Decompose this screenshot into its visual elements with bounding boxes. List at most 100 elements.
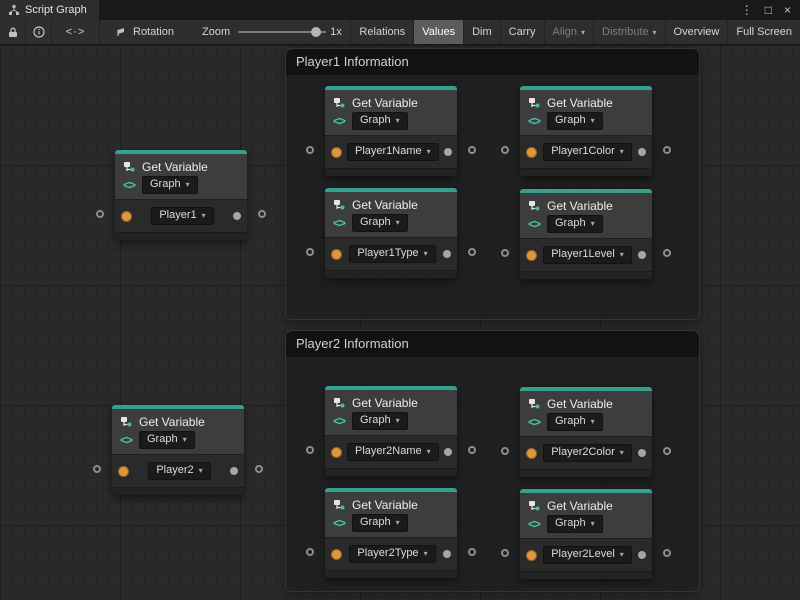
value-output-dot[interactable] xyxy=(638,551,646,559)
variable-name-dropdown[interactable]: Player1Level ▾ xyxy=(543,246,632,264)
zoom-slider-knob[interactable] xyxy=(311,27,321,37)
right-connection-port[interactable] xyxy=(468,248,476,256)
value-output-dot[interactable] xyxy=(444,448,452,456)
variable-name-label: Player1Level xyxy=(551,248,615,261)
left-connection-port[interactable] xyxy=(501,447,509,455)
kebab-menu-button[interactable]: ⋮ xyxy=(741,4,753,16)
variable-name-dropdown[interactable]: Player1Type ▾ xyxy=(349,245,435,263)
graph-kind-dropdown[interactable]: Graph ▾ xyxy=(547,215,603,233)
get-variable-node[interactable]: Get Variable <> Graph ▾ Player2Name ▾ xyxy=(325,386,457,476)
graph-canvas[interactable]: Player1 Information Player2 Information … xyxy=(0,45,800,600)
variable-name-dropdown[interactable]: Player2Color ▾ xyxy=(543,444,632,462)
code-view-button[interactable]: <·> xyxy=(52,20,100,44)
variable-name-dropdown[interactable]: Player1Color ▾ xyxy=(543,143,632,161)
dim-button[interactable]: Dim xyxy=(463,20,500,44)
right-connection-port[interactable] xyxy=(663,146,671,154)
fullscreen-button[interactable]: Full Screen xyxy=(727,20,800,44)
value-output-dot[interactable] xyxy=(638,449,646,457)
right-connection-port[interactable] xyxy=(258,210,266,218)
get-variable-node[interactable]: Get Variable <> Graph ▾ Player1Name ▾ xyxy=(325,86,457,176)
right-connection-port[interactable] xyxy=(663,249,671,257)
info-button[interactable] xyxy=(26,20,52,44)
left-connection-port[interactable] xyxy=(306,248,314,256)
value-output-dot[interactable] xyxy=(444,148,452,156)
variable-name-dropdown[interactable]: Player2Type ▾ xyxy=(349,545,435,563)
right-connection-port[interactable] xyxy=(468,146,476,154)
window-controls: ⋮ □ × xyxy=(741,4,800,16)
right-connection-port[interactable] xyxy=(255,465,263,473)
zoom-slider[interactable] xyxy=(238,31,326,33)
get-variable-node[interactable]: Get Variable <> Graph ▾ Player2Color ▾ xyxy=(520,387,652,477)
graph-kind-label: Graph xyxy=(150,178,181,191)
value-output-dot[interactable] xyxy=(443,550,451,558)
left-connection-port[interactable] xyxy=(501,249,509,257)
right-connection-port[interactable] xyxy=(663,447,671,455)
left-connection-port[interactable] xyxy=(96,210,104,218)
variable-name-dropdown[interactable]: Player2Name ▾ xyxy=(347,443,439,461)
get-variable-node[interactable]: Get Variable <> Graph ▾ Player2Type ▾ xyxy=(325,488,457,578)
get-variable-node[interactable]: Get Variable <> Graph ▾ Player2 ▾ xyxy=(112,405,244,495)
variable-input-port[interactable] xyxy=(526,550,537,561)
graph-kind-dropdown[interactable]: Graph ▾ xyxy=(352,112,408,130)
left-connection-port[interactable] xyxy=(93,465,101,473)
right-connection-port[interactable] xyxy=(468,548,476,556)
right-connection-port[interactable] xyxy=(468,446,476,454)
variable-name-dropdown[interactable]: Player2 ▾ xyxy=(148,462,210,480)
value-output-dot[interactable] xyxy=(233,212,241,220)
graph-kind-dropdown[interactable]: Graph ▾ xyxy=(142,176,198,194)
graph-kind-dropdown[interactable]: Graph ▾ xyxy=(547,413,603,431)
node-footer xyxy=(325,468,457,476)
right-connection-port[interactable] xyxy=(663,549,671,557)
get-variable-node[interactable]: Get Variable <> Graph ▾ Player2Level ▾ xyxy=(520,489,652,579)
left-connection-port[interactable] xyxy=(306,548,314,556)
graph-kind-dropdown[interactable]: Graph ▾ xyxy=(547,515,603,533)
group-header[interactable]: Player2 Information xyxy=(286,331,699,357)
graph-kind-dropdown[interactable]: Graph ▾ xyxy=(352,214,408,232)
node-header: Get Variable <> Graph ▾ xyxy=(112,409,244,454)
relations-button[interactable]: Relations xyxy=(350,20,413,44)
close-button[interactable]: × xyxy=(784,4,791,16)
align-button[interactable]: Align▾ xyxy=(544,20,593,44)
rotation-control[interactable]: Rotation xyxy=(116,20,174,44)
variable-input-port[interactable] xyxy=(121,211,132,222)
get-variable-node[interactable]: Get Variable <> Graph ▾ Player1Level ▾ xyxy=(520,189,652,279)
value-output-dot[interactable] xyxy=(443,250,451,258)
variable-input-port[interactable] xyxy=(526,147,537,158)
group-header[interactable]: Player1 Information xyxy=(286,49,699,75)
node-header: Get Variable <> Graph ▾ xyxy=(325,192,457,237)
graph-kind-dropdown[interactable]: Graph ▾ xyxy=(547,112,603,130)
get-variable-node[interactable]: Get Variable <> Graph ▾ Player1Type ▾ xyxy=(325,188,457,278)
variable-input-port[interactable] xyxy=(331,549,342,560)
variable-input-port[interactable] xyxy=(331,447,342,458)
value-output-dot[interactable] xyxy=(230,467,238,475)
variable-name-dropdown[interactable]: Player2Level ▾ xyxy=(543,546,632,564)
graph-kind-dropdown[interactable]: Graph ▾ xyxy=(139,431,195,449)
left-connection-port[interactable] xyxy=(501,549,509,557)
get-variable-node[interactable]: Get Variable <> Graph ▾ Player1Color ▾ xyxy=(520,86,652,176)
node-title: Get Variable xyxy=(547,199,613,213)
variable-input-port[interactable] xyxy=(526,448,537,459)
variable-input-port[interactable] xyxy=(331,249,342,260)
graph-kind-dropdown[interactable]: Graph ▾ xyxy=(352,412,408,430)
overview-button[interactable]: Overview xyxy=(665,20,728,44)
variable-node-icon xyxy=(122,160,136,174)
graph-kind-dropdown[interactable]: Graph ▾ xyxy=(352,514,408,532)
maximize-button[interactable]: □ xyxy=(765,4,772,16)
value-output-dot[interactable] xyxy=(638,251,646,259)
distribute-button[interactable]: Distribute▾ xyxy=(593,20,664,44)
left-connection-port[interactable] xyxy=(306,446,314,454)
variable-input-port[interactable] xyxy=(526,250,537,261)
values-button[interactable]: Values xyxy=(413,20,463,44)
variable-input-port[interactable] xyxy=(118,466,129,477)
lock-button[interactable] xyxy=(0,20,26,44)
variable-name-dropdown[interactable]: Player1 ▾ xyxy=(151,207,213,225)
left-connection-port[interactable] xyxy=(306,146,314,154)
value-output-dot[interactable] xyxy=(638,148,646,156)
chevron-down-icon: ▾ xyxy=(620,548,624,561)
carry-button[interactable]: Carry xyxy=(500,20,544,44)
variable-input-port[interactable] xyxy=(331,147,342,158)
variable-name-dropdown[interactable]: Player1Name ▾ xyxy=(347,143,439,161)
get-variable-node[interactable]: Get Variable <> Graph ▾ Player1 ▾ xyxy=(115,150,247,240)
tab-script-graph[interactable]: Script Graph xyxy=(0,0,99,20)
left-connection-port[interactable] xyxy=(501,146,509,154)
